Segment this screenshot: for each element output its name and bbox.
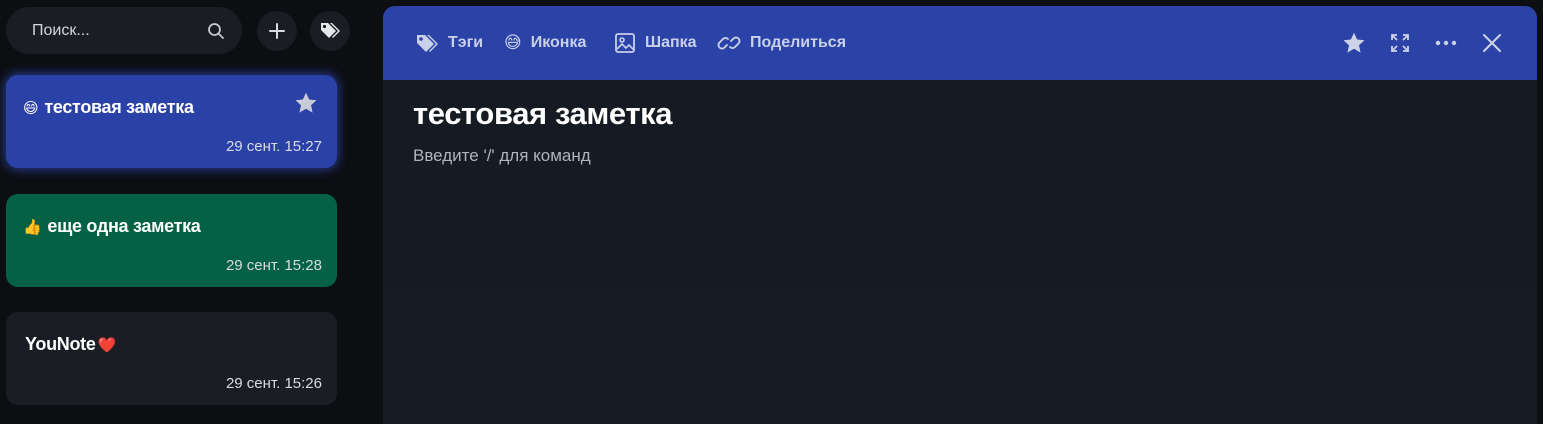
search-box[interactable] xyxy=(6,7,242,54)
favorite-button[interactable] xyxy=(1340,29,1368,57)
cover-button-label: Шапка xyxy=(645,34,697,51)
add-note-button[interactable] xyxy=(257,11,297,51)
star-icon[interactable] xyxy=(293,90,319,116)
note-emoji: 👍 xyxy=(23,218,42,236)
note-title-text: еще одна заметка xyxy=(47,216,201,236)
note-emoji: 😄 xyxy=(23,99,39,117)
document-title[interactable]: тестовая заметка xyxy=(413,96,673,132)
note-card[interactable]: YouNote ❤️ 29 сент. 15:26 xyxy=(6,312,337,405)
emoji-icon: 😅 xyxy=(504,33,522,52)
tags-button-label: Тэги xyxy=(448,34,484,51)
sidebar: 😄 тестовая заметка 29 сент. 15:27 👍 еще … xyxy=(0,0,350,424)
icon-button[interactable]: 😅 Иконка xyxy=(504,30,586,56)
note-title-text: YouNote xyxy=(25,334,96,354)
image-icon xyxy=(615,33,635,53)
link-icon xyxy=(717,36,741,50)
tags-button[interactable]: Тэги xyxy=(415,30,483,56)
note-title: 😄 тестовая заметка xyxy=(23,97,194,118)
tag-icon xyxy=(417,35,438,52)
fullscreen-button[interactable] xyxy=(1386,29,1414,57)
icon-button-label: Иконка xyxy=(530,34,587,51)
close-button[interactable] xyxy=(1478,29,1506,57)
note-editor: Тэги 😅 Иконка Шапка Поделиться тестовая … xyxy=(383,6,1537,424)
note-title-text: тестовая заметка xyxy=(44,97,194,117)
search-icon[interactable] xyxy=(207,22,225,40)
note-title-suffix: ❤️ xyxy=(97,336,117,354)
close-icon xyxy=(1483,34,1501,52)
note-date: 29 сент. 15:28 xyxy=(225,257,322,274)
note-title: YouNote ❤️ xyxy=(25,334,116,355)
app-window: 😄 тестовая заметка 29 сент. 15:27 👍 еще … xyxy=(0,0,1543,424)
note-date: 29 сент. 15:27 xyxy=(225,138,322,155)
search-input[interactable] xyxy=(6,7,206,54)
star-icon xyxy=(1343,32,1365,53)
share-button-label: Поделиться xyxy=(750,34,847,51)
tags-filter-button[interactable] xyxy=(310,11,350,51)
more-icon xyxy=(1435,40,1457,46)
plus-icon xyxy=(269,23,285,39)
cover-button[interactable]: Шапка xyxy=(614,30,697,56)
editor-placeholder[interactable]: Введите '/' для команд xyxy=(413,146,591,166)
note-title: 👍 еще одна заметка xyxy=(23,216,201,237)
note-card[interactable]: 👍 еще одна заметка 29 сент. 15:28 xyxy=(6,194,337,287)
expand-icon xyxy=(1391,34,1409,52)
editor-toolbar: Тэги 😅 Иконка Шапка Поделиться xyxy=(383,6,1537,80)
note-card[interactable]: 😄 тестовая заметка 29 сент. 15:27 xyxy=(6,75,337,168)
more-button[interactable] xyxy=(1432,29,1460,57)
tags-icon xyxy=(321,23,340,38)
share-button[interactable]: Поделиться xyxy=(717,30,846,56)
note-date: 29 сент. 15:26 xyxy=(225,375,322,392)
